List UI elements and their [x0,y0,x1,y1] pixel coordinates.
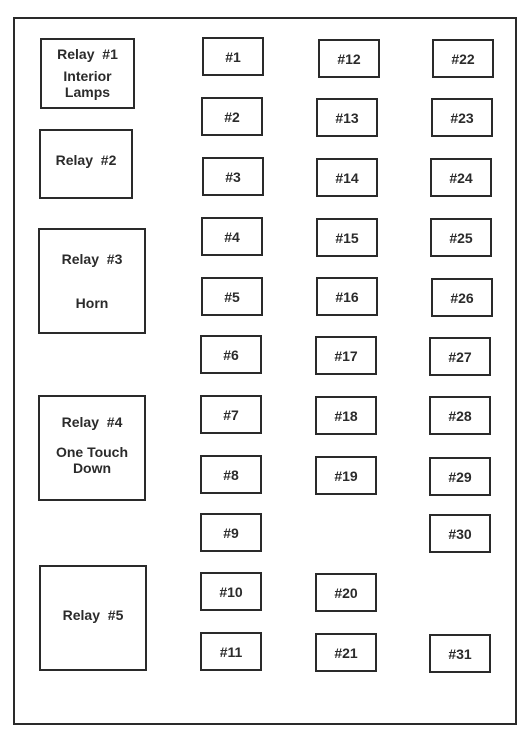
fuse-13-label: #13 [335,109,359,126]
fuse-28[interactable]: #28 [429,396,491,435]
fuse-1[interactable]: #1 [202,37,264,76]
fuse-3[interactable]: #3 [202,157,264,196]
fuse-21[interactable]: #21 [315,633,377,672]
relay-2-label: Relay #2 [55,152,117,168]
fuse-19[interactable]: #19 [315,456,377,495]
fuse-15[interactable]: #15 [316,218,378,257]
relay-1-function: Interior Lamps [63,68,112,100]
fuse-12[interactable]: #12 [318,39,380,78]
fuse-5[interactable]: #5 [201,277,263,316]
fuse-29[interactable]: #29 [429,457,491,496]
fuse-25[interactable]: #25 [430,218,492,257]
fuse-25-label: #25 [449,229,473,246]
relay-3[interactable]: Relay #3 Horn [38,228,146,334]
fuse-24-label: #24 [449,169,473,186]
fuse-30-label: #30 [448,525,472,542]
fuse-18-label: #18 [334,407,358,424]
fuse-4[interactable]: #4 [201,217,263,256]
fuse-21-label: #21 [334,644,358,661]
fuse-10-label: #10 [219,583,243,600]
fuse-4-label: #4 [224,228,240,245]
relay-3-function: Horn [75,295,109,311]
fuse-7[interactable]: #7 [200,395,262,434]
fuse-1-label: #1 [225,48,241,65]
relay-1-label: Relay #1 [57,46,118,62]
fuse-26[interactable]: #26 [431,278,493,317]
fuse-22-label: #22 [451,50,475,67]
fuse-24[interactable]: #24 [430,158,492,197]
fuse-6[interactable]: #6 [200,335,262,374]
fuse-31-label: #31 [448,645,472,662]
fuse-8-label: #8 [223,466,239,483]
relay-5[interactable]: Relay #5 [39,565,147,671]
fuse-28-label: #28 [448,407,472,424]
fuse-14[interactable]: #14 [316,158,378,197]
fuse-30[interactable]: #30 [429,514,491,553]
fuse-6-label: #6 [223,346,239,363]
fuse-13[interactable]: #13 [316,98,378,137]
relay-3-label: Relay #3 [61,251,123,267]
fuse-27[interactable]: #27 [429,337,491,376]
fuse-10[interactable]: #10 [200,572,262,611]
fuse-17[interactable]: #17 [315,336,377,375]
relay-4[interactable]: Relay #4 One Touch Down [38,395,146,501]
fuse-17-label: #17 [334,347,358,364]
fuse-23[interactable]: #23 [431,98,493,137]
fuse-31[interactable]: #31 [429,634,491,673]
fuse-18[interactable]: #18 [315,396,377,435]
fuse-2[interactable]: #2 [201,97,263,136]
fuse-9[interactable]: #9 [200,513,262,552]
fuse-3-label: #3 [225,168,241,185]
relay-1[interactable]: Relay #1 Interior Lamps [40,38,135,109]
fuse-11[interactable]: #11 [200,632,262,671]
fuse-26-label: #26 [450,289,474,306]
relay-4-function: One Touch Down [55,444,129,476]
fuse-11-label: #11 [219,643,243,660]
fuse-9-label: #9 [223,524,239,541]
fuse-22[interactable]: #22 [432,39,494,78]
fuse-5-label: #5 [224,288,240,305]
fuse-7-label: #7 [223,406,239,423]
fuse-29-label: #29 [448,468,472,485]
fuse-2-label: #2 [224,108,240,125]
fuse-14-label: #14 [335,169,359,186]
fuse-27-label: #27 [448,348,472,365]
fuse-15-label: #15 [335,229,359,246]
fuse-23-label: #23 [450,109,474,126]
fuse-16[interactable]: #16 [316,277,378,316]
fuse-20[interactable]: #20 [315,573,377,612]
relay-5-label: Relay #5 [62,607,124,623]
fuse-8[interactable]: #8 [200,455,262,494]
fuse-12-label: #12 [337,50,361,67]
relay-4-label: Relay #4 [61,414,123,430]
fuse-16-label: #16 [335,288,359,305]
fuse-19-label: #19 [334,467,358,484]
relay-2[interactable]: Relay #2 [39,129,133,199]
fuse-20-label: #20 [334,584,358,601]
